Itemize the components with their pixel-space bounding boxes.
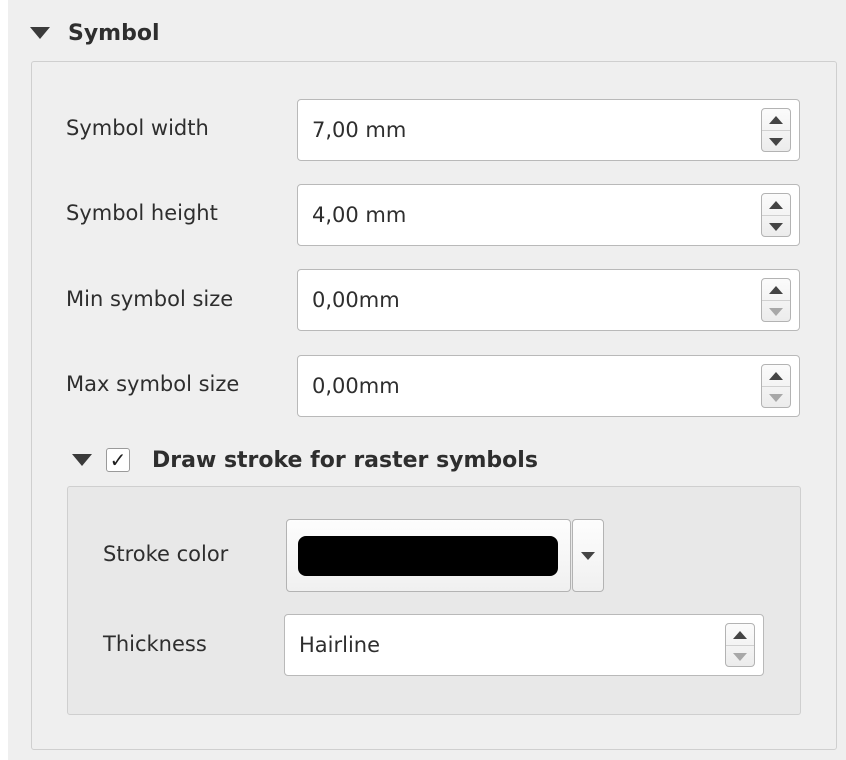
- spin-buttons: [761, 108, 791, 152]
- draw-stroke-group-header[interactable]: ✓ Draw stroke for raster symbols: [72, 440, 538, 480]
- arrow-up-icon: [733, 630, 747, 639]
- min-symbol-size-value[interactable]: 0,00mm: [312, 270, 400, 330]
- symbol-section-header[interactable]: Symbol: [30, 16, 160, 50]
- symbol-height-label: Symbol height: [66, 201, 218, 225]
- spin-down-button[interactable]: [726, 645, 754, 667]
- draw-stroke-title[interactable]: Draw stroke for raster symbols: [152, 448, 538, 473]
- symbol-height-spinbox[interactable]: 4,00 mm: [297, 184, 800, 246]
- spin-up-button[interactable]: [726, 624, 754, 645]
- max-symbol-size-label: Max symbol size: [66, 372, 240, 396]
- arrow-down-icon: [769, 137, 783, 146]
- min-symbol-size-label: Min symbol size: [66, 287, 234, 311]
- spin-down-button[interactable]: [762, 215, 790, 237]
- stroke-color-button[interactable]: [286, 519, 571, 592]
- arrow-up-icon: [769, 200, 783, 209]
- spin-buttons: [761, 278, 791, 322]
- spin-up-button[interactable]: [762, 365, 790, 386]
- stroke-color-dropdown-button[interactable]: [572, 519, 604, 592]
- arrow-down-icon: [733, 652, 747, 661]
- spin-up-button[interactable]: [762, 194, 790, 215]
- min-symbol-size-spinbox[interactable]: 0,00mm: [297, 269, 800, 331]
- arrow-down-icon: [769, 393, 783, 402]
- symbol-width-label: Symbol width: [66, 116, 209, 140]
- spin-buttons: [761, 364, 791, 408]
- spin-down-button[interactable]: [762, 300, 790, 322]
- max-symbol-size-value[interactable]: 0,00mm: [312, 356, 400, 416]
- symbol-height-value[interactable]: 4,00 mm: [312, 185, 406, 245]
- collapse-triangle-icon[interactable]: [30, 27, 50, 39]
- stroke-color-swatch: [298, 536, 558, 576]
- symbol-width-value[interactable]: 7,00 mm: [312, 100, 406, 160]
- arrow-down-icon: [769, 222, 783, 231]
- draw-stroke-checkbox[interactable]: ✓: [106, 448, 130, 472]
- arrow-down-icon: [769, 307, 783, 316]
- arrow-up-icon: [769, 285, 783, 294]
- spin-down-button[interactable]: [762, 386, 790, 408]
- arrow-up-icon: [769, 371, 783, 380]
- arrow-up-icon: [769, 115, 783, 124]
- thickness-value[interactable]: Hairline: [299, 615, 380, 675]
- symbol-width-spinbox[interactable]: 7,00 mm: [297, 99, 800, 161]
- max-symbol-size-spinbox[interactable]: 0,00mm: [297, 355, 800, 417]
- spin-down-button[interactable]: [762, 130, 790, 152]
- stroke-color-label: Stroke color: [103, 542, 229, 566]
- collapse-triangle-icon[interactable]: [72, 454, 92, 466]
- spin-buttons: [725, 623, 755, 667]
- spin-up-button[interactable]: [762, 109, 790, 130]
- spin-buttons: [761, 193, 791, 237]
- section-title: Symbol: [68, 20, 160, 46]
- chevron-down-icon: [581, 551, 595, 560]
- thickness-label: Thickness: [103, 632, 207, 656]
- spin-up-button[interactable]: [762, 279, 790, 300]
- thickness-spinbox[interactable]: Hairline: [284, 614, 764, 676]
